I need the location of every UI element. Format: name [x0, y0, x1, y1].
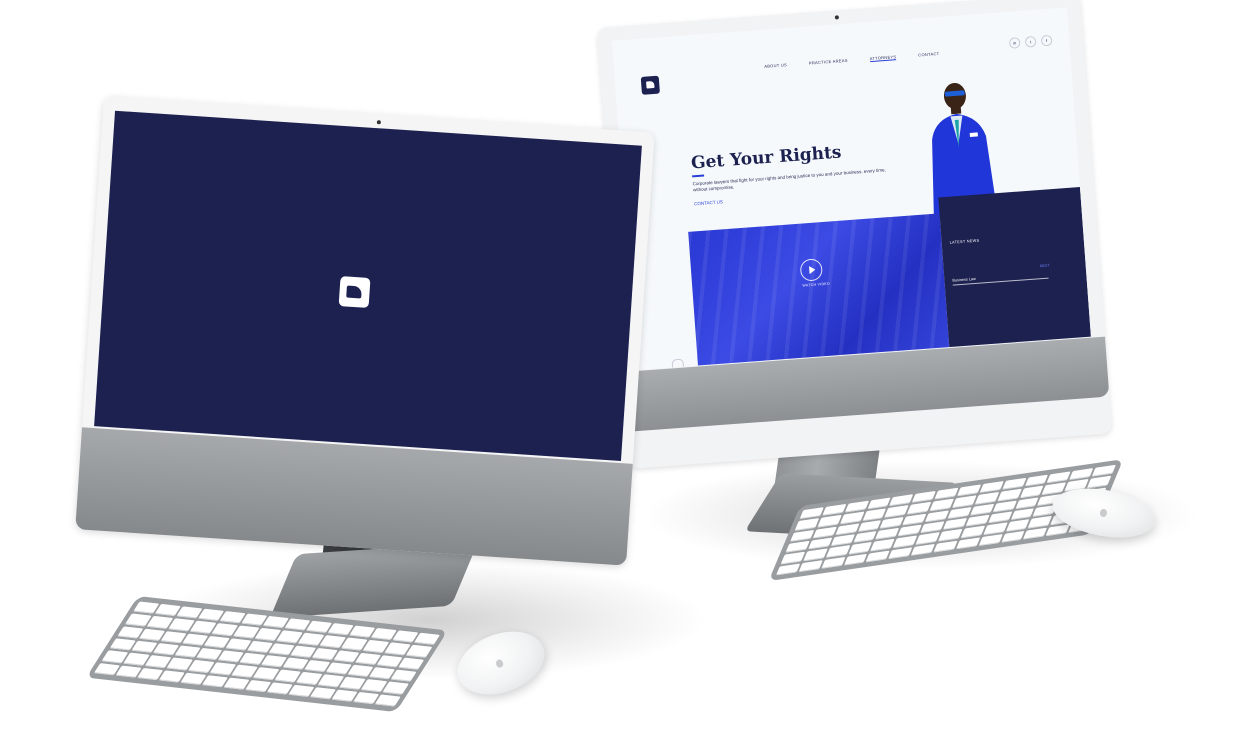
keyboard-key	[929, 498, 954, 511]
linkedin-icon[interactable]: in	[1008, 37, 1021, 49]
right-imac-camera	[834, 15, 840, 20]
keyboard-key	[893, 535, 918, 548]
keyboard-key	[807, 537, 833, 550]
keyboard-key	[933, 540, 958, 553]
keyboard-key	[924, 510, 950, 523]
keyboard-key	[942, 517, 967, 531]
keyboard-key	[1001, 477, 1026, 491]
facebook-icon[interactable]: f	[1040, 34, 1053, 47]
keyboard-key	[865, 550, 891, 563]
left-imac-camera	[376, 120, 381, 125]
keyboard-key	[880, 516, 905, 529]
keyboard-key	[1000, 530, 1026, 543]
keyboard-key	[835, 523, 860, 536]
website-screen: ABOUT US PRACTICE AREAS ATTORNEYS CONTAC…	[611, 7, 1091, 371]
keyboard-key	[907, 502, 932, 515]
splash-screen	[94, 110, 642, 462]
keyboard-key	[997, 489, 1022, 502]
apple-logo-icon	[1099, 508, 1108, 518]
video-banner-texture	[688, 213, 950, 371]
apple-logo-icon	[494, 658, 505, 669]
keyboard-key	[862, 508, 887, 521]
keyboard-key	[390, 669, 417, 683]
keyboard-key	[974, 492, 999, 505]
keyboard-key	[969, 503, 995, 516]
keyboard-key	[910, 543, 936, 556]
keyboard-key	[799, 507, 824, 520]
keyboard-key	[979, 481, 1004, 494]
keyboard-key	[1087, 475, 1112, 489]
keyboard-key	[413, 632, 440, 646]
keyboard-key	[794, 518, 819, 531]
keyboard-key	[965, 514, 990, 527]
keyboard-key	[888, 546, 913, 560]
keyboard-key	[405, 645, 433, 658]
nav-item-attorneys[interactable]: ATTORNEYS	[869, 54, 897, 63]
news-panel	[938, 187, 1091, 354]
keyboard-key	[776, 563, 801, 576]
twitter-icon[interactable]: t	[1024, 35, 1037, 48]
nav-item-practice[interactable]: PRACTICE AREAS	[809, 58, 848, 67]
keyboard-key	[870, 538, 895, 552]
keyboard-key	[978, 533, 1003, 546]
keyboard-key	[812, 526, 837, 539]
keyboard-key	[1091, 464, 1116, 477]
keyboard-key	[938, 529, 963, 542]
keyboard-key	[1005, 519, 1030, 532]
keyboard-key	[844, 500, 869, 513]
keyboard-key	[398, 657, 425, 670]
keyboard-key	[803, 548, 828, 561]
nav-item-contact[interactable]: CONTACT	[918, 51, 940, 59]
keyboard-key	[920, 521, 945, 534]
keyboard-key	[934, 487, 959, 500]
keyboard-key	[374, 694, 401, 707]
keyboard-key	[780, 551, 805, 565]
keyboard-key	[987, 511, 1012, 524]
keyboard-key	[1028, 516, 1053, 529]
keyboard-key	[983, 522, 1008, 535]
keyboard-key	[1045, 524, 1071, 537]
keyboard-key	[902, 513, 927, 526]
keyboard-key	[1019, 485, 1044, 498]
keyboard-key	[825, 545, 850, 558]
keyboard-key	[798, 559, 823, 573]
nav-item-about[interactable]: ABOUT US	[764, 62, 787, 70]
hero-contact-link[interactable]: CONTACT US	[694, 199, 723, 206]
keyboard-key	[839, 511, 864, 525]
keyboard-key	[830, 534, 855, 547]
keyboard-key	[848, 542, 873, 555]
news-next-link[interactable]: NEXT	[1039, 263, 1049, 268]
hero-title: Get Your Rights	[690, 142, 843, 174]
keyboard-key	[785, 540, 810, 553]
keyboard-key	[1023, 527, 1048, 540]
keyboard-key	[843, 553, 868, 566]
keyboard-key	[947, 506, 972, 519]
site-nav: ABOUT US PRACTICE AREAS ATTORNEYS CONTAC…	[764, 51, 940, 70]
keyboard-key	[956, 484, 982, 497]
hero-accent-bar	[692, 174, 705, 178]
keyboard-key	[821, 503, 847, 517]
right-imac: ABOUT US PRACTICE AREAS ATTORNEYS CONTAC…	[597, 0, 1113, 469]
keyboard-key	[992, 500, 1017, 513]
keyboard-key	[952, 495, 977, 508]
social-links: in t f	[1008, 34, 1053, 49]
keyboard-key	[817, 515, 842, 528]
keyboard-key	[382, 681, 409, 695]
keyboard-key	[820, 556, 846, 569]
left-imac	[75, 96, 655, 566]
keyboard-key	[790, 529, 815, 542]
keyboard-key	[915, 532, 940, 545]
keyboard-key	[884, 505, 909, 518]
site-logo-icon[interactable]	[640, 75, 660, 95]
keyboard-key	[955, 537, 981, 550]
horse-head-logo-icon	[338, 276, 371, 308]
keyboard-key	[960, 525, 985, 539]
